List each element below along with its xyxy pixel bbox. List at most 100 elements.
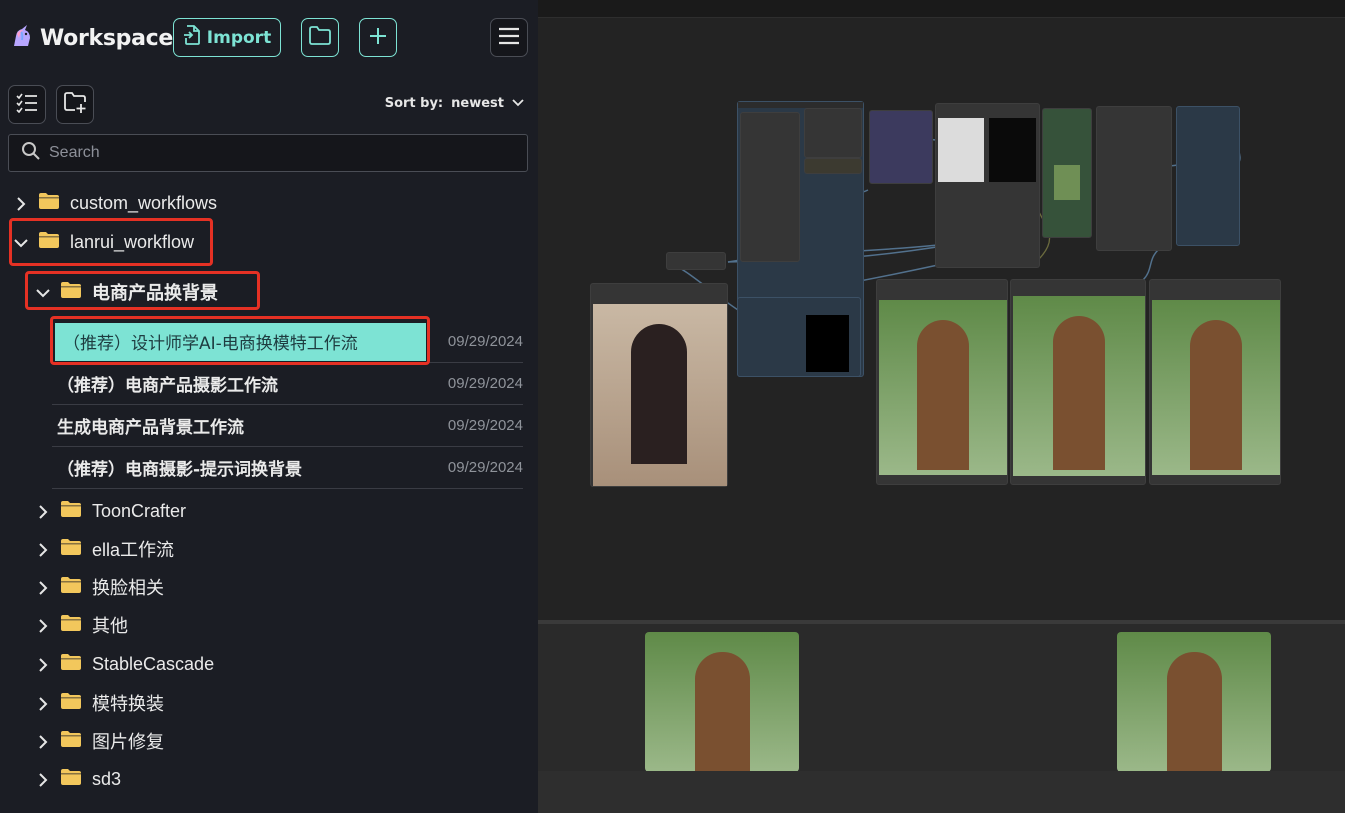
folder-row-ecommerce-bg[interactable]: 电商产品换背景 — [36, 277, 218, 307]
open-folder-button[interactable] — [301, 18, 339, 57]
folder-label: ToonCrafter — [92, 500, 187, 521]
folder-label: ella工作流 — [92, 540, 175, 560]
multi-select-button[interactable] — [8, 85, 46, 124]
thumbnail-preview — [1054, 165, 1080, 200]
folder-icon — [60, 768, 82, 790]
unicorn-icon — [10, 24, 34, 52]
hamburger-icon — [498, 27, 520, 49]
folder-icon — [60, 576, 82, 598]
chevron-down-icon — [36, 285, 50, 299]
graph-node[interactable] — [1096, 106, 1172, 251]
folder-icon — [38, 231, 60, 253]
gallery-image[interactable] — [645, 632, 799, 772]
chevron-down-icon — [14, 235, 28, 249]
chevron-right-icon — [36, 734, 50, 749]
folder-row-lanrui-workflow[interactable]: lanrui_workflow — [14, 227, 194, 257]
graph-node[interactable] — [869, 110, 933, 184]
folder-label: custom_workflows — [70, 192, 218, 213]
folder-label: 电商产品换背景 — [92, 283, 218, 303]
import-label: Import — [206, 27, 272, 48]
workflow-name: （推荐）设计师学AI-电商换模特工作流 — [55, 322, 426, 361]
folder-row-tooncrafter[interactable]: ToonCrafter — [36, 496, 186, 526]
lineart-preview — [989, 118, 1036, 182]
image-gallery-panel — [538, 620, 1345, 813]
folder-icon — [60, 692, 82, 714]
chevron-right-icon — [36, 696, 50, 711]
workflow-item[interactable]: （推荐）电商产品摄影工作流 09/29/2024 — [52, 363, 523, 405]
folder-icon — [60, 281, 82, 303]
plus-icon — [368, 26, 388, 50]
chevron-right-icon — [36, 657, 50, 672]
folder-icon — [60, 653, 82, 675]
folder-row-faceswap[interactable]: 换脸相关 — [36, 572, 164, 602]
folder-label: 其他 — [92, 616, 128, 636]
folder-row-ella[interactable]: ella工作流 — [36, 534, 174, 564]
graph-node[interactable] — [740, 112, 800, 262]
workflow-date: 09/29/2024 — [447, 417, 523, 434]
folder-row-model-outfit[interactable]: 模特换装 — [36, 688, 164, 718]
graph-node[interactable] — [804, 158, 862, 174]
search-icon — [21, 141, 41, 165]
chevron-down-icon — [512, 96, 524, 111]
folder-label: sd3 — [92, 768, 122, 789]
folder-icon — [60, 500, 82, 522]
folder-row-stablecascade[interactable]: StableCascade — [36, 649, 214, 679]
depth-map-preview — [938, 118, 984, 182]
chevron-right-icon — [36, 504, 50, 519]
workflow-date: 09/29/2024 — [447, 333, 523, 350]
workflow-item[interactable]: （推荐）设计师学AI-电商换模特工作流 09/29/2024 — [52, 321, 523, 363]
workflow-item[interactable]: （推荐）电商摄影-提示词换背景 09/29/2024 — [52, 447, 523, 489]
panel-footer — [538, 771, 1345, 813]
search-box[interactable] — [8, 134, 528, 172]
checklist-icon — [16, 93, 38, 117]
folder-row-image-repair[interactable]: 图片修复 — [36, 726, 164, 756]
folder-icon — [60, 730, 82, 752]
folder-row-other[interactable]: 其他 — [36, 610, 128, 640]
folder-icon — [38, 192, 60, 214]
file-import-icon — [183, 25, 201, 50]
folder-label: lanrui_workflow — [70, 231, 195, 252]
search-input[interactable] — [49, 144, 489, 162]
folder-label: 图片修复 — [92, 732, 164, 752]
folder-label: 换脸相关 — [92, 578, 164, 598]
folder-icon — [308, 25, 332, 50]
workflow-item[interactable]: 生成电商产品背景工作流 09/29/2024 — [52, 405, 523, 447]
new-workflow-button[interactable] — [359, 18, 397, 57]
chevron-right-icon — [14, 196, 28, 211]
sort-control[interactable]: Sort by: newest — [385, 96, 524, 111]
chevron-right-icon — [36, 580, 50, 595]
output-image-node[interactable] — [876, 279, 1008, 485]
output-image-node[interactable] — [1149, 279, 1281, 485]
workflow-name: 生成电商产品背景工作流 — [57, 418, 244, 438]
folder-icon — [60, 614, 82, 636]
brand-title: Workspace — [40, 25, 174, 51]
folder-row-custom-workflows[interactable]: custom_workflows — [14, 188, 217, 218]
graph-node[interactable] — [1176, 106, 1240, 246]
folder-row-sd3[interactable]: sd3 — [36, 764, 121, 794]
chevron-right-icon — [36, 772, 50, 787]
folder-icon — [60, 538, 82, 560]
workflow-sidebar: Workspace Import Sort by: newest Search … — [0, 0, 538, 813]
folder-plus-icon — [63, 91, 87, 118]
folder-label: StableCascade — [92, 653, 215, 674]
brand: Workspace — [10, 24, 173, 52]
sort-value: newest — [451, 96, 504, 111]
sort-label: Sort by: — [384, 96, 444, 111]
workflow-date: 09/29/2024 — [447, 375, 523, 392]
graph-node[interactable] — [666, 252, 726, 270]
graph-node[interactable] — [804, 108, 862, 158]
workflow-canvas[interactable] — [538, 0, 1345, 620]
gallery-image[interactable] — [1117, 632, 1271, 772]
load-image-node[interactable] — [590, 283, 728, 487]
chevron-right-icon — [36, 542, 50, 557]
import-button[interactable]: Import — [173, 18, 281, 57]
folder-label: 模特换装 — [92, 694, 164, 714]
menu-button[interactable] — [490, 18, 528, 57]
mask-node[interactable] — [737, 297, 861, 377]
new-folder-button[interactable] — [56, 85, 94, 124]
workflow-date: 09/29/2024 — [447, 459, 523, 476]
workflow-name: （推荐）电商摄影-提示词换背景 — [57, 460, 303, 480]
chevron-right-icon — [36, 618, 50, 633]
workflow-name: （推荐）电商产品摄影工作流 — [57, 376, 278, 396]
output-image-node[interactable] — [1010, 279, 1146, 485]
